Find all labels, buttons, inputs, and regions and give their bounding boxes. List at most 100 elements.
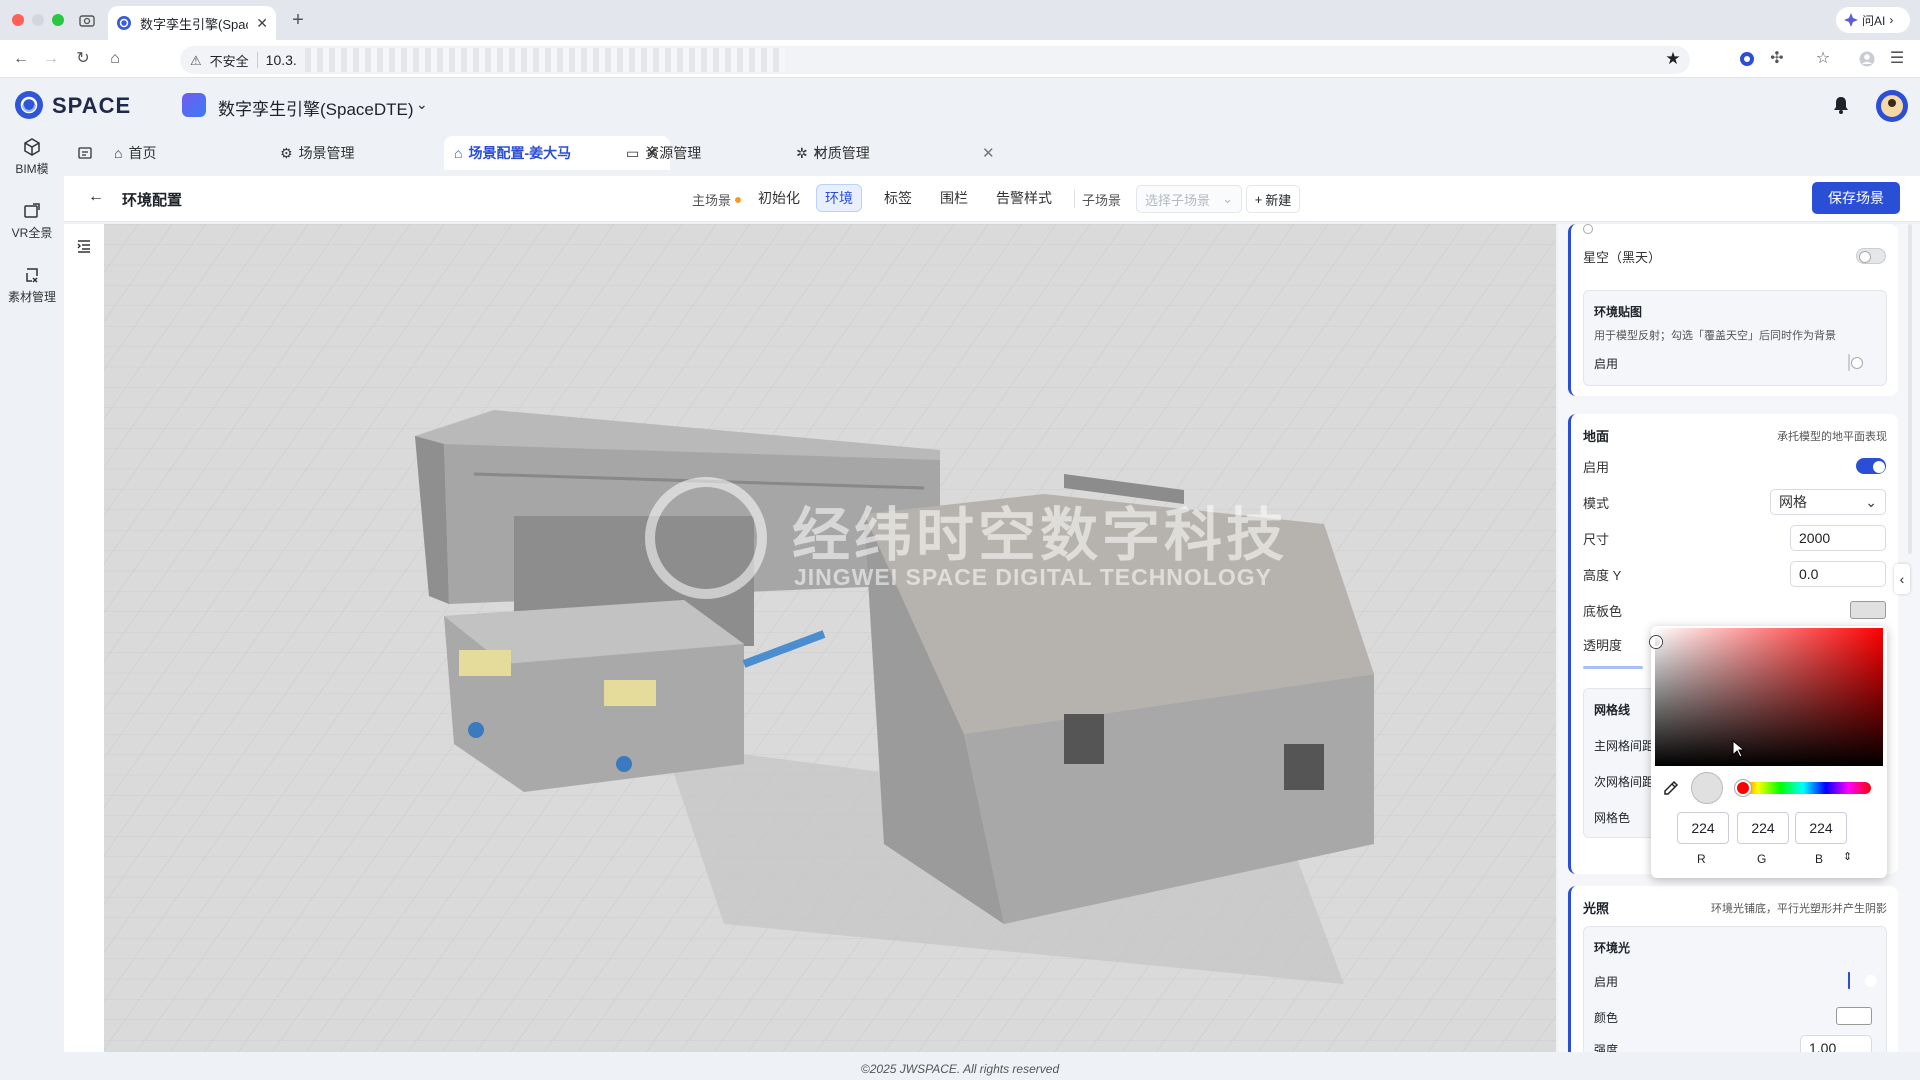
sub-scene-placeholder: 选择子场景 bbox=[1145, 192, 1211, 208]
bell-icon[interactable] bbox=[1831, 95, 1851, 115]
opacity-slider[interactable] bbox=[1583, 666, 1643, 669]
reload-icon[interactable]: ↻ bbox=[74, 50, 92, 68]
ambient-color-swatch[interactable] bbox=[1836, 1007, 1872, 1025]
green-label: G bbox=[1757, 852, 1767, 866]
url-redacted bbox=[304, 48, 785, 72]
favorites-icon[interactable]: ☆ bbox=[1814, 50, 1832, 68]
material-icon bbox=[4, 266, 60, 284]
height-input[interactable]: 0.0 bbox=[1790, 561, 1886, 587]
ambient-light-section: 环境光 启用 颜色 强度 1.00 bbox=[1583, 926, 1887, 1052]
size-input[interactable]: 2000 bbox=[1790, 525, 1886, 551]
scene-toolbar: ← 环境配置 主场景 初始化 环境 标签 围栏 告警样式 子场景 选择子场景 ⌄… bbox=[64, 176, 1920, 222]
intensity-input[interactable]: 1.00 bbox=[1800, 1035, 1872, 1052]
ground-desc: 承托模型的地平面表现 bbox=[1777, 431, 1887, 443]
avatar[interactable] bbox=[1876, 90, 1908, 122]
logo-mark-icon bbox=[14, 90, 44, 120]
starry-toggle[interactable] bbox=[1856, 248, 1886, 264]
puzzle-icon[interactable]: ✣ bbox=[1768, 50, 1786, 68]
minor-grid-label: 次网格间距 bbox=[1594, 775, 1655, 789]
tab-label: 场景管理 bbox=[298, 145, 355, 161]
back-icon[interactable]: ← bbox=[12, 50, 30, 68]
sub-scene-select[interactable]: 选择子场景 ⌄ bbox=[1136, 185, 1242, 213]
ask-ai-button[interactable]: 问AI › bbox=[1836, 7, 1910, 33]
minimize-window-button[interactable] bbox=[32, 14, 44, 26]
mode-select[interactable]: 网格 ⌄ bbox=[1770, 489, 1886, 515]
product-name[interactable]: 数字孪生引擎(SpaceDTE) bbox=[218, 95, 414, 120]
base-color-swatch[interactable] bbox=[1850, 601, 1886, 619]
home-icon: ⌂ bbox=[454, 145, 463, 161]
lighting-title: 光照 bbox=[1583, 901, 1610, 916]
ambient-title: 环境光 bbox=[1594, 941, 1631, 955]
ambient-enable-toggle[interactable] bbox=[1848, 972, 1850, 989]
green-input[interactable]: 224 bbox=[1737, 812, 1789, 844]
red-input[interactable]: 224 bbox=[1677, 812, 1729, 844]
nav-item-vr[interactable]: VR全景 bbox=[4, 202, 60, 241]
outline-sidebar bbox=[64, 224, 104, 1052]
ask-ai-label: 问AI bbox=[1862, 13, 1886, 28]
tab-environment[interactable]: 环境 bbox=[816, 184, 862, 212]
color-mode-toggle-icon[interactable]: ⇕ bbox=[1843, 850, 1852, 863]
panel-collapse-icon[interactable]: ‹ bbox=[1894, 564, 1910, 594]
nav-item-material[interactable]: 素材管理 bbox=[4, 266, 60, 305]
hue-handle[interactable] bbox=[1735, 780, 1751, 796]
close-tab-icon[interactable]: ✕ bbox=[982, 144, 995, 162]
new-tab-button[interactable]: + bbox=[288, 10, 308, 30]
env-map-section: 环境贴图 用于模型反射；勾选「覆盖天空」后同时作为背景 启用 bbox=[1583, 290, 1887, 386]
monitor-icon: ▭ bbox=[626, 144, 640, 161]
tab-init[interactable]: 初始化 bbox=[750, 184, 808, 212]
extension-logo-icon[interactable] bbox=[1738, 50, 1756, 68]
url-field[interactable]: ⚠ 不安全 10.3. bbox=[180, 46, 1690, 74]
saturation-field[interactable] bbox=[1655, 628, 1883, 766]
bookmark-star-icon[interactable]: ★ bbox=[1664, 49, 1682, 67]
slider-handle[interactable] bbox=[1583, 224, 1593, 234]
scene-viewport[interactable]: 经纬时空数字科技 JINGWEI SPACE DIGITAL TECHNOLOG… bbox=[104, 224, 1556, 1052]
tab-fence[interactable]: 围栏 bbox=[932, 184, 976, 212]
outline-toggle-icon[interactable] bbox=[76, 238, 92, 254]
nav-item-bim[interactable]: BIM模 bbox=[4, 138, 60, 177]
chevron-right-icon: › bbox=[1889, 13, 1894, 27]
url-text: 10.3. bbox=[265, 52, 297, 68]
blue-input[interactable]: 224 bbox=[1795, 812, 1847, 844]
save-scene-button[interactable]: 保存场景 bbox=[1812, 182, 1900, 214]
tab-material-management[interactable]: ✲ 材质管理 ✕ bbox=[786, 136, 1008, 170]
home-icon[interactable]: ⌂ bbox=[106, 50, 124, 68]
hue-slider[interactable] bbox=[1735, 782, 1871, 794]
tab-search-icon[interactable] bbox=[78, 12, 96, 30]
nav-label: 素材管理 bbox=[7, 290, 56, 304]
grid-line-title: 网格线 bbox=[1594, 703, 1631, 717]
home-icon: ⌂ bbox=[114, 145, 123, 161]
tab-alarm-style[interactable]: 告警样式 bbox=[988, 184, 1060, 212]
back-arrow-icon[interactable]: ← bbox=[88, 188, 104, 206]
panel-scrollbar[interactable] bbox=[1908, 224, 1912, 554]
ground-enable-toggle[interactable] bbox=[1856, 458, 1886, 474]
new-sub-scene-button[interactable]: + 新建 bbox=[1246, 185, 1300, 213]
forward-icon[interactable]: → bbox=[42, 50, 60, 68]
red-label: R bbox=[1697, 852, 1706, 866]
maximize-window-button[interactable] bbox=[52, 14, 64, 26]
tabs-menu-icon[interactable] bbox=[76, 144, 94, 162]
pipe-outlet bbox=[468, 722, 484, 738]
ambient-color-label: 颜色 bbox=[1594, 1011, 1619, 1025]
env-map-desc: 用于模型反射；勾选「覆盖天空」后同时作为背景 bbox=[1594, 330, 1836, 342]
ground-enable-label: 启用 bbox=[1583, 459, 1610, 475]
settings-icon: ✲ bbox=[796, 144, 808, 161]
saturation-handle[interactable] bbox=[1650, 636, 1662, 648]
page-tabs: ⌂ 首页 ⚙ 场景管理 ✕ ⌂ 场景配置-姜大马 ✕ ▭ 资源管理 ✕ ✲ 材质… bbox=[64, 136, 1920, 170]
scene-canvas[interactable] bbox=[104, 224, 1556, 1052]
product-icon bbox=[182, 93, 206, 117]
browser-tab-title: 数字孪生引擎(Spac bbox=[140, 16, 249, 32]
browser-tab[interactable]: 数字孪生引擎(Spac ✕ bbox=[108, 6, 276, 40]
watermark-subtext: JINGWEI SPACE DIGITAL TECHNOLOGY bbox=[794, 564, 1272, 590]
close-window-button[interactable] bbox=[12, 14, 24, 26]
status-dot bbox=[735, 196, 742, 203]
menu-icon[interactable]: ☰ bbox=[1888, 50, 1906, 68]
profile-icon[interactable] bbox=[1858, 50, 1876, 68]
tab-labels[interactable]: 标签 bbox=[876, 184, 920, 212]
env-map-toggle[interactable] bbox=[1848, 354, 1850, 371]
grid-color-label: 网格色 bbox=[1594, 811, 1631, 825]
product-dropdown-icon[interactable]: ⌄ bbox=[416, 96, 428, 113]
eyedropper-icon[interactable] bbox=[1663, 780, 1679, 796]
tank-hatch bbox=[604, 680, 656, 706]
close-tab-icon[interactable]: ✕ bbox=[256, 15, 268, 32]
tab-home[interactable]: ⌂ 首页 bbox=[104, 136, 166, 170]
